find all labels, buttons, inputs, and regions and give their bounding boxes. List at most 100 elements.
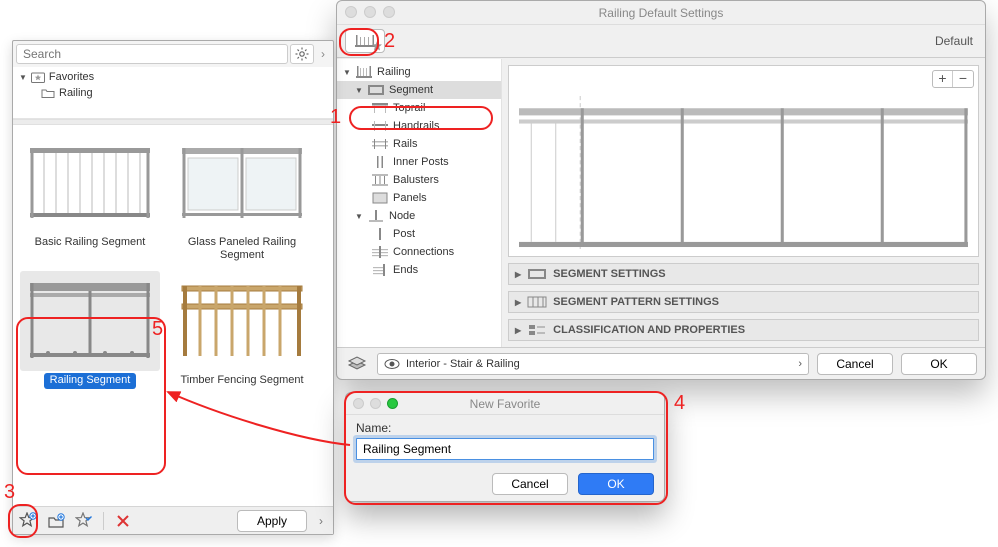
expand-arrow-button[interactable]: › (316, 44, 330, 64)
chevron-right-icon: ▶ (515, 298, 521, 307)
favorites-railing-folder[interactable]: Railing (13, 85, 333, 101)
tree-segment[interactable]: ▼ Segment (337, 81, 501, 99)
favorite-thumbnail-icon (20, 133, 160, 233)
search-input[interactable] (16, 44, 288, 64)
settings-right-panel: + − (502, 59, 985, 347)
favorite-item-selected[interactable]: Railing Segment (19, 271, 161, 388)
ends-icon (371, 263, 389, 277)
segment-icon (527, 267, 547, 281)
chevron-right-icon: ▶ (515, 270, 521, 279)
minus-icon[interactable]: − (953, 71, 973, 87)
apply-button[interactable]: Apply (237, 510, 307, 532)
plus-minus-stepper[interactable]: + − (932, 70, 974, 88)
accordion-label: CLASSIFICATION AND PROPERTIES (553, 324, 745, 336)
chevron-right-icon: › (321, 47, 325, 61)
tree-label: Railing (59, 87, 93, 99)
toprail-icon (371, 101, 389, 115)
handrails-icon (371, 119, 389, 133)
zoom-icon[interactable] (387, 398, 398, 409)
eye-icon (384, 358, 400, 370)
tree-ends[interactable]: Ends (337, 261, 501, 279)
tree-label: Railing (377, 66, 411, 78)
cancel-button[interactable]: Cancel (817, 353, 893, 375)
delete-x-icon (115, 513, 131, 529)
favorite-item[interactable]: Basic Railing Segment (19, 133, 161, 263)
tree-inner-posts[interactable]: Inner Posts (337, 153, 501, 171)
ok-button[interactable]: OK (578, 473, 654, 495)
delete-favorite-button[interactable] (112, 510, 134, 532)
classification-icon (527, 323, 547, 337)
plus-icon[interactable]: + (933, 71, 953, 87)
disclosure-triangle-icon[interactable]: ▼ (19, 73, 27, 82)
dialog-title: New Favorite (470, 397, 541, 411)
callout-number-4: 4 (674, 392, 685, 415)
accordion-segment-pattern[interactable]: ▶ SEGMENT PATTERN SETTINGS (508, 291, 979, 313)
zoom-icon[interactable] (383, 6, 395, 18)
close-icon[interactable] (345, 6, 357, 18)
apply-menu-arrow[interactable]: › (313, 511, 329, 531)
panels-icon (371, 191, 389, 205)
disclosure-triangle-icon[interactable]: ▼ (343, 68, 351, 77)
chevron-right-icon: › (798, 358, 802, 370)
favorite-thumbnail-icon (172, 271, 312, 371)
tree-node[interactable]: ▼ Node (337, 207, 501, 225)
accordion-classification[interactable]: ▶ CLASSIFICATION AND PROPERTIES (508, 319, 979, 341)
tree-panels[interactable]: Panels (337, 189, 501, 207)
tree-label: Post (393, 228, 415, 240)
tree-label: Handrails (393, 120, 439, 132)
folder-plus-icon (47, 512, 65, 530)
minimize-icon[interactable] (370, 398, 381, 409)
settings-toolbar: Default (337, 25, 985, 58)
tree-rails[interactable]: Rails (337, 135, 501, 153)
pattern-icon (527, 295, 547, 309)
new-favorite-button[interactable] (17, 510, 39, 532)
disclosure-triangle-icon[interactable]: ▼ (355, 86, 363, 95)
segment-preview[interactable]: + − (508, 65, 979, 257)
tree-handrails[interactable]: Handrails (337, 117, 501, 135)
window-title: Railing Default Settings (599, 6, 724, 20)
favorite-label: Glass Paneled Railing Segment (171, 235, 313, 263)
favorite-label: Basic Railing Segment (29, 235, 152, 250)
accordion-segment-settings[interactable]: ▶ SEGMENT SETTINGS (508, 263, 979, 285)
node-icon (367, 209, 385, 223)
disclosure-triangle-icon[interactable]: ▼ (355, 212, 363, 221)
traffic-lights[interactable] (353, 398, 398, 409)
close-icon[interactable] (353, 398, 364, 409)
minimize-icon[interactable] (364, 6, 376, 18)
chevron-right-icon: ▶ (515, 326, 521, 335)
favorite-item[interactable]: Timber Fencing Segment (171, 271, 313, 388)
favorite-label: Railing Segment (44, 373, 137, 388)
tree-label: Node (389, 210, 415, 222)
favorites-root[interactable]: ▼ Favorites (13, 69, 333, 85)
favorite-item[interactable]: Glass Paneled Railing Segment (171, 133, 313, 263)
favorites-star-button[interactable] (345, 29, 385, 53)
connections-icon (371, 245, 389, 259)
tree-label: Favorites (49, 71, 94, 83)
favorite-label: Timber Fencing Segment (174, 373, 309, 388)
tree-toprail[interactable]: Toprail (337, 99, 501, 117)
post-icon (371, 227, 389, 241)
star-plus-icon (19, 512, 37, 530)
window-titlebar: Railing Default Settings (337, 1, 985, 25)
redefine-favorite-button[interactable] (73, 510, 95, 532)
tree-label: Segment (389, 84, 433, 96)
tree-post[interactable]: Post (337, 225, 501, 243)
tree-label: Connections (393, 246, 454, 258)
ok-button[interactable]: OK (901, 353, 977, 375)
name-field[interactable] (356, 438, 654, 460)
railing-preview-icon (519, 96, 968, 249)
tree-connections[interactable]: Connections (337, 243, 501, 261)
layer-label: Interior - Stair & Railing (406, 358, 520, 370)
layer-popup-button[interactable]: Interior - Stair & Railing › (377, 353, 809, 375)
tree-label: Inner Posts (393, 156, 449, 168)
star-icon (372, 41, 382, 51)
tree-balusters[interactable]: Balusters (337, 171, 501, 189)
tree-railing[interactable]: ▼ Railing (337, 63, 501, 81)
cancel-button[interactable]: Cancel (492, 473, 568, 495)
traffic-lights[interactable] (345, 6, 395, 18)
divider (103, 512, 104, 530)
settings-gear-button[interactable] (290, 44, 314, 64)
favorites-tree: ▼ Favorites Railing (13, 67, 333, 119)
new-folder-button[interactable] (45, 510, 67, 532)
new-favorite-dialog: New Favorite Name: Cancel OK (345, 392, 665, 502)
